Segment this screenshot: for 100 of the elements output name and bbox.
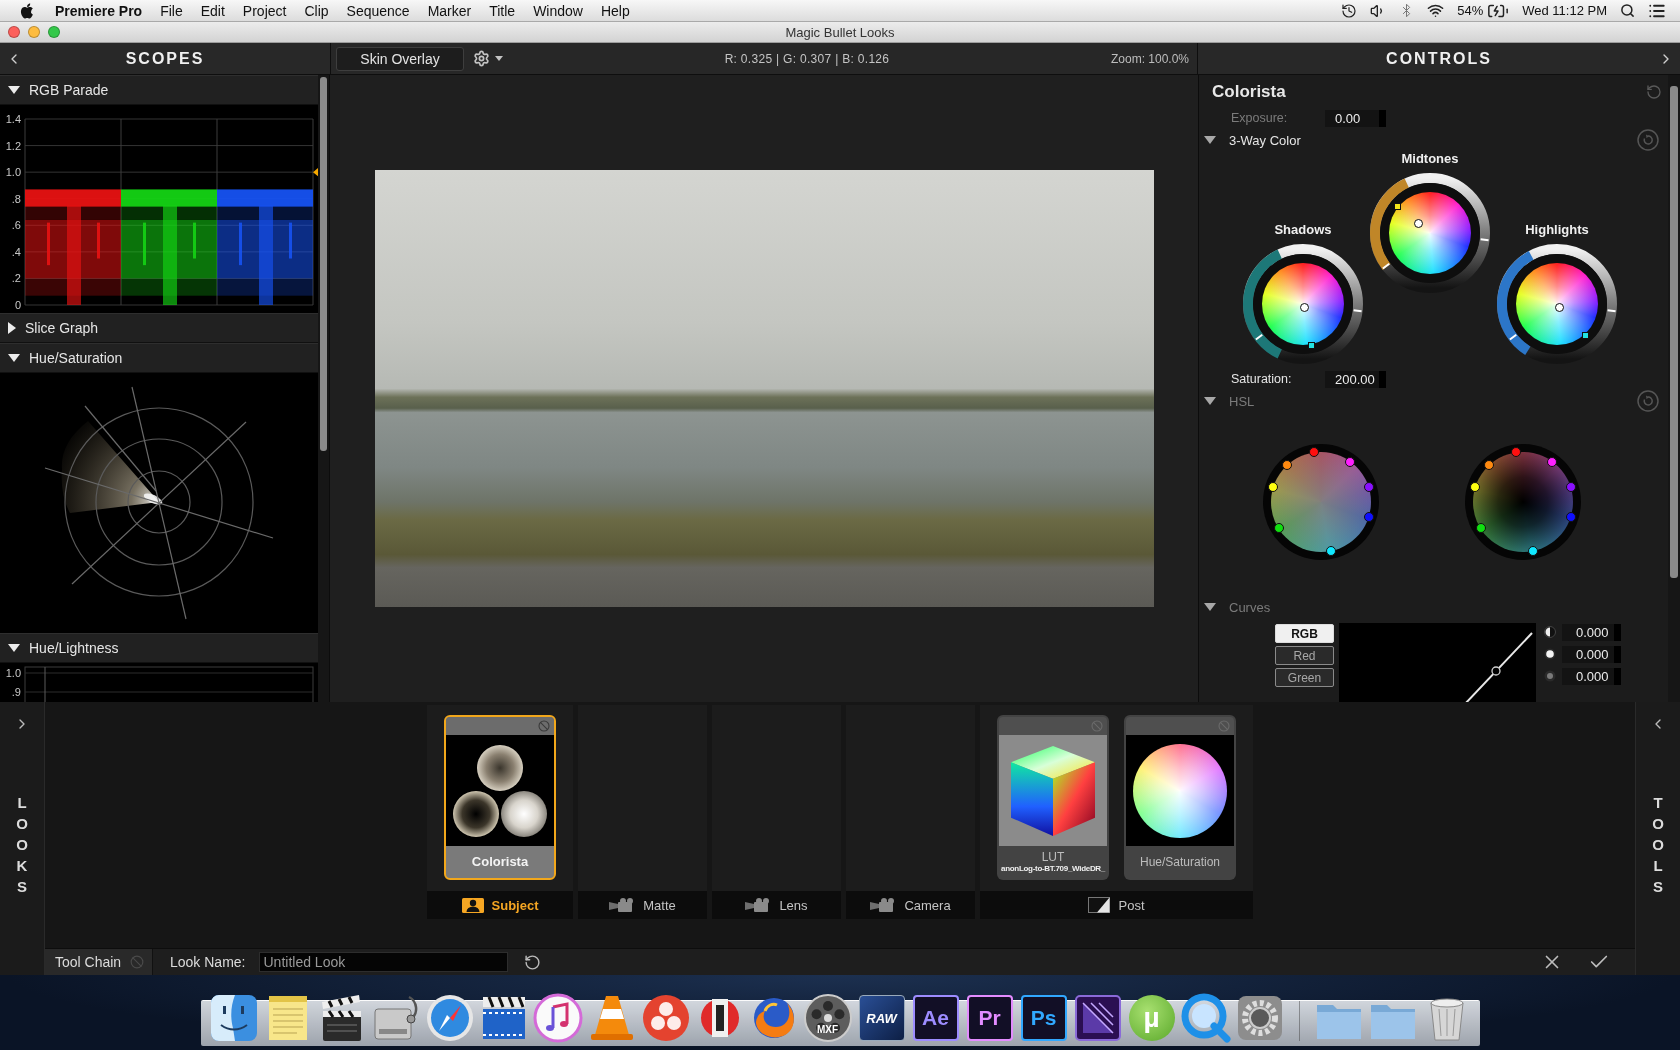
look-name-field[interactable]: Untitled Look [259, 952, 509, 972]
settings-icon[interactable] [473, 50, 490, 67]
channel-button[interactable]: RGB [1275, 624, 1334, 643]
stage-tab[interactable]: Lens [712, 891, 841, 919]
hue-point-icon[interactable] [1528, 545, 1539, 556]
rail-label[interactable]: LOOKS [15, 792, 29, 897]
compass-icon[interactable] [424, 993, 475, 1043]
overlay-button[interactable]: Skin Overlay [336, 46, 464, 71]
menu-item[interactable]: Title [480, 2, 525, 19]
caret-down-icon[interactable] [8, 644, 20, 652]
curve-line[interactable] [1463, 632, 1533, 702]
dock-app-tile[interactable]: Ps [1020, 995, 1067, 1041]
tool-card[interactable]: Hue/Saturation [1124, 715, 1236, 880]
color-wheel[interactable] [1497, 244, 1617, 364]
wheel-puck-icon[interactable] [1299, 302, 1309, 312]
hue-marker-icon[interactable] [1581, 331, 1589, 339]
tool-card[interactable]: Colorista [444, 715, 556, 880]
axis-tick-label: .6 [11, 219, 21, 232]
stage-tab[interactable]: Post [980, 891, 1253, 919]
value-field[interactable]: 0.000 [1562, 667, 1621, 685]
smiling-face-icon[interactable] [208, 993, 259, 1043]
menu-item[interactable]: File [151, 2, 192, 19]
caret-down-icon[interactable] [1204, 603, 1216, 611]
magnifier-icon[interactable] [1180, 993, 1231, 1043]
hue-point-icon[interactable] [1345, 456, 1356, 467]
scrollbar-thumb[interactable] [1670, 86, 1678, 578]
hue-point-icon[interactable] [1475, 523, 1486, 534]
value-field[interactable]: 0.000 [1562, 623, 1621, 641]
menu-item[interactable]: Marker [418, 2, 481, 19]
film-reel-icon [802, 993, 853, 1043]
channel-button[interactable]: Red [1275, 646, 1334, 665]
menu-item[interactable]: Help [591, 2, 639, 19]
battery-percent: 54% [1457, 3, 1484, 18]
value-field[interactable]: 200.00 [1325, 370, 1386, 388]
tool-name: Hue/Saturation [1139, 855, 1221, 869]
section-title: Curves [1229, 599, 1271, 615]
axis-tick-label: 1.2 [5, 139, 21, 152]
tool-name: Colorista [471, 855, 529, 869]
hue-point-icon[interactable] [1547, 456, 1558, 467]
caret-down-icon[interactable] [1204, 136, 1216, 144]
zoom-readout: Zoom: 100.0% [1110, 51, 1189, 66]
value-field[interactable]: 0.000 [1562, 645, 1621, 663]
curve-point-icon[interactable] [1491, 666, 1501, 676]
search-icon[interactable] [1620, 3, 1635, 18]
stage-tab[interactable]: Matte [578, 891, 707, 919]
hue-marker-icon[interactable] [1307, 341, 1315, 349]
section-title: Hue/Saturation [29, 350, 123, 366]
value-field[interactable]: 0.00 [1325, 109, 1386, 127]
scrollbar-thumb[interactable] [320, 77, 327, 451]
wheel-label: Midtones [1401, 151, 1459, 167]
window-title: Magic Bullet Looks [785, 24, 895, 40]
axis-tick-label: 0 [14, 299, 21, 311]
wheel-puck-icon[interactable] [1413, 218, 1423, 228]
menu-item[interactable]: Window [524, 2, 592, 19]
tool-chain-tab[interactable]: Tool Chain [45, 949, 153, 975]
stage-tab[interactable]: Subject [427, 891, 573, 919]
dock-app-tile[interactable]: RAW [858, 995, 905, 1041]
axis-tick-label: 1.0 [5, 166, 21, 179]
color-wheel[interactable] [1370, 173, 1490, 293]
tool-card[interactable]: LUT anonLog-to-BT.709_WideDR_ [997, 715, 1109, 880]
hue-point-icon[interactable] [1281, 460, 1292, 471]
clock-arrow-icon[interactable] [1341, 2, 1358, 19]
tool-title: Colorista [1212, 82, 1286, 102]
menu-clock[interactable]: Wed 11:12 PM [1522, 3, 1607, 18]
caret-down-icon[interactable] [8, 86, 20, 94]
zoom-button[interactable] [48, 26, 60, 38]
close-button[interactable] [8, 26, 20, 38]
hue-point-icon[interactable] [1326, 545, 1337, 556]
axis-tick-label: .2 [11, 272, 21, 285]
caret-down-icon[interactable] [8, 354, 20, 362]
caret-right-icon[interactable] [8, 322, 16, 334]
hue-point-icon[interactable] [1470, 481, 1481, 492]
reset-icon[interactable] [524, 953, 542, 971]
three-circles-icon[interactable] [640, 993, 691, 1043]
menu-item[interactable]: Clip [295, 2, 338, 19]
menu-item[interactable]: Project [233, 2, 296, 19]
channel-button[interactable]: Green [1275, 668, 1334, 687]
dock-app-reel[interactable]: MXF [802, 993, 853, 1043]
camera-icon [609, 898, 636, 912]
hue-point-icon[interactable] [1273, 523, 1284, 534]
dock-app-tile[interactable]: Pr [966, 995, 1013, 1041]
stage-tab[interactable]: Camera [846, 891, 975, 919]
caret-down-icon[interactable] [495, 56, 503, 61]
dock-app-tile[interactable]: Ae [912, 995, 959, 1041]
menu-item[interactable]: Sequence [337, 2, 419, 19]
menu-item[interactable]: Edit [191, 2, 234, 19]
rail-label[interactable]: TOOLS [1651, 792, 1665, 897]
wifi-icon[interactable] [1427, 2, 1445, 19]
music-note-icon[interactable] [532, 993, 583, 1043]
color-wheel[interactable] [1243, 244, 1363, 364]
caret-down-icon[interactable] [1204, 397, 1216, 405]
wheel-puck-icon[interactable] [1554, 302, 1564, 312]
apple-icon[interactable] [20, 2, 34, 19]
menu-item[interactable]: Premiere Pro [46, 2, 152, 19]
hue-point-icon[interactable] [1483, 460, 1494, 471]
hue-point-icon[interactable] [1268, 481, 1279, 492]
camera-icon [745, 898, 772, 912]
striped-tile-icon[interactable] [1072, 993, 1123, 1043]
section-title: 3-Way Color [1229, 132, 1301, 148]
hue-marker-icon[interactable] [1393, 203, 1401, 211]
